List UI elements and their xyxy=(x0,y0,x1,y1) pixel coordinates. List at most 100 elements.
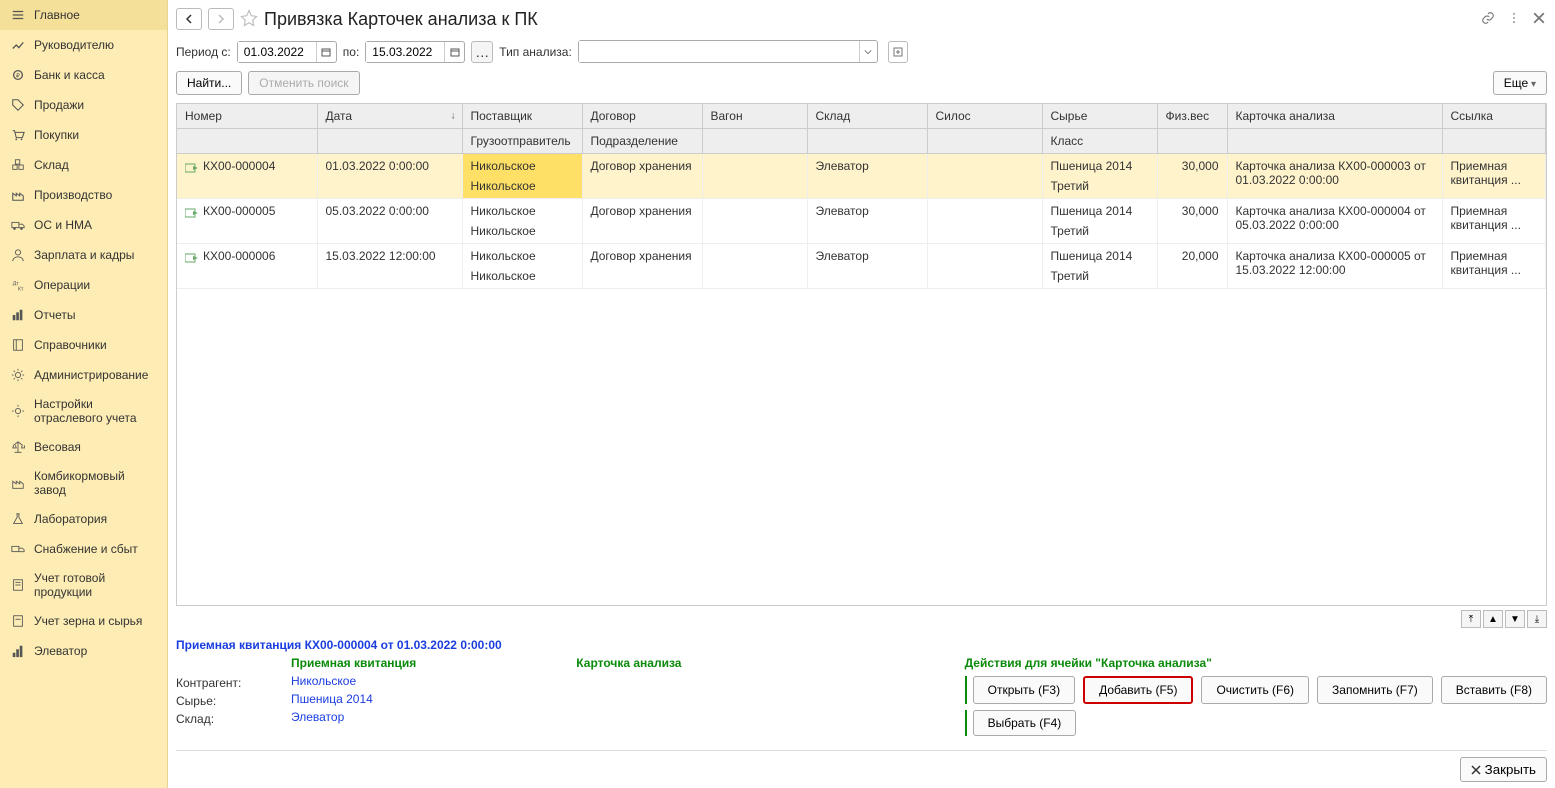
open-button[interactable]: Открыть (F3) xyxy=(973,676,1075,704)
sidebar-item-flask[interactable]: Лаборатория xyxy=(0,504,167,534)
column-header[interactable]: Силос xyxy=(927,104,1042,129)
warehouse-value[interactable]: Элеватор xyxy=(291,710,344,724)
column-subheader[interactable] xyxy=(317,129,462,154)
column-subheader[interactable] xyxy=(177,129,317,154)
date-from-calendar-icon[interactable] xyxy=(316,42,336,62)
period-dots-button[interactable]: … xyxy=(471,41,493,63)
sidebar-item-label: Весовая xyxy=(34,440,81,454)
sidebar-item-cart[interactable]: Покупки xyxy=(0,120,167,150)
table-row[interactable]: КХ00-00000401.03.2022 0:00:00НикольскоеН… xyxy=(177,154,1546,199)
sidebar-item-person[interactable]: Зарплата и кадры xyxy=(0,240,167,270)
sidebar-item-label: Лаборатория xyxy=(34,512,107,526)
column-subheader[interactable]: Грузоотправитель xyxy=(462,129,582,154)
sidebar-item-gear2[interactable]: Настройки отраслевого учета xyxy=(0,390,167,432)
sidebar-item-elevator[interactable]: Элеватор xyxy=(0,636,167,666)
date-to-wrap xyxy=(365,41,465,63)
sidebar-item-boxes[interactable]: Склад xyxy=(0,150,167,180)
sidebar-item-coin[interactable]: ₽Банк и касса xyxy=(0,60,167,90)
column-header[interactable]: Номер xyxy=(177,104,317,129)
sidebar-item-ops[interactable]: ДтКтОперации xyxy=(0,270,167,300)
column-header[interactable]: Вагон xyxy=(702,104,807,129)
date-to-calendar-icon[interactable] xyxy=(444,42,464,62)
svg-text:Кт: Кт xyxy=(18,286,24,292)
column-header[interactable]: Дата↓ xyxy=(317,104,462,129)
column-subheader[interactable] xyxy=(702,129,807,154)
sidebar-item-doc[interactable]: Учет готовой продукции xyxy=(0,564,167,606)
column-subheader[interactable] xyxy=(807,129,927,154)
sidebar-item-book[interactable]: Справочники xyxy=(0,330,167,360)
document-link[interactable]: Приемная квитанция КХ00-000004 от 01.03.… xyxy=(176,638,1547,652)
sidebar-item-scale[interactable]: Весовая xyxy=(0,432,167,462)
type-expand-button[interactable] xyxy=(888,41,908,63)
sidebar-item-doc2[interactable]: Учет зерна и сырья xyxy=(0,606,167,636)
sidebar-item-label: Элеватор xyxy=(34,644,87,658)
nav-back-button[interactable] xyxy=(176,8,202,30)
elevator-icon xyxy=(10,643,26,659)
sidebar-item-truck2[interactable]: Снабжение и сбыт xyxy=(0,534,167,564)
close-button[interactable]: Закрыть xyxy=(1460,757,1547,782)
column-header[interactable]: Ссылка xyxy=(1442,104,1546,129)
column-subheader[interactable] xyxy=(1442,129,1546,154)
column-header[interactable]: Поставщик xyxy=(462,104,582,129)
sidebar-item-tag[interactable]: Продажи xyxy=(0,90,167,120)
pager-up-button[interactable]: ▲ xyxy=(1483,610,1503,628)
sidebar-item-label: Учет готовой продукции xyxy=(34,571,157,599)
column-subheader[interactable]: Класс xyxy=(1042,129,1157,154)
date-to-input[interactable] xyxy=(366,42,444,62)
link-icon[interactable] xyxy=(1479,9,1497,30)
column-header[interactable]: Склад xyxy=(807,104,927,129)
add-button[interactable]: Добавить (F5) xyxy=(1083,676,1193,704)
column-subheader[interactable] xyxy=(1227,129,1442,154)
sidebar-item-factory2[interactable]: Комбикормовый завод xyxy=(0,462,167,504)
column-header[interactable]: Сырье xyxy=(1042,104,1157,129)
date-from-wrap xyxy=(237,41,337,63)
raw-value[interactable]: Пшеница 2014 xyxy=(291,692,373,706)
sidebar-item-label: Настройки отраслевого учета xyxy=(34,397,157,425)
more-button[interactable]: Еще xyxy=(1493,71,1547,95)
favorite-star-icon[interactable] xyxy=(240,9,258,30)
find-button[interactable]: Найти... xyxy=(176,71,242,95)
gear2-icon xyxy=(10,403,26,419)
doc-icon xyxy=(10,577,26,593)
table-row[interactable]: КХ00-00000615.03.2022 12:00:00Никольское… xyxy=(177,244,1546,289)
sidebar-item-label: Руководителю xyxy=(34,38,114,52)
card-header: Карточка анализа xyxy=(576,656,681,672)
column-subheader[interactable]: Подразделение xyxy=(582,129,702,154)
more-vertical-icon[interactable] xyxy=(1505,9,1523,30)
column-header[interactable]: Карточка анализа xyxy=(1227,104,1442,129)
sidebar-item-factory[interactable]: Производство xyxy=(0,180,167,210)
sidebar-item-label: Склад xyxy=(34,158,69,172)
sidebar-item-label: Отчеты xyxy=(34,308,75,322)
contragent-value[interactable]: Никольское xyxy=(291,674,356,688)
remember-button[interactable]: Запомнить (F7) xyxy=(1317,676,1433,704)
column-header[interactable]: Физ.вес xyxy=(1157,104,1227,129)
column-subheader[interactable] xyxy=(1157,129,1227,154)
select-button[interactable]: Выбрать (F4) xyxy=(973,710,1077,736)
close-button-label: Закрыть xyxy=(1485,762,1536,777)
sidebar-item-menu[interactable]: Главное xyxy=(0,0,167,30)
close-icon[interactable] xyxy=(1531,10,1547,29)
type-input[interactable] xyxy=(579,41,859,62)
sidebar-item-truck[interactable]: ОС и НМА xyxy=(0,210,167,240)
type-dropdown-icon[interactable] xyxy=(859,41,877,62)
table-row[interactable]: КХ00-00000505.03.2022 0:00:00НикольскоеН… xyxy=(177,199,1546,244)
pager-down-button[interactable]: ▼ xyxy=(1505,610,1525,628)
period-from-label: Период с: xyxy=(176,45,231,59)
pager-first-button[interactable]: ⤒ xyxy=(1461,610,1481,628)
column-subheader[interactable] xyxy=(927,129,1042,154)
sidebar-item-trend[interactable]: Руководителю xyxy=(0,30,167,60)
document-row-icon xyxy=(185,162,199,172)
sidebar-item-chart[interactable]: Отчеты xyxy=(0,300,167,330)
nav-forward-button[interactable] xyxy=(208,8,234,30)
tag-icon xyxy=(10,97,26,113)
date-from-input[interactable] xyxy=(238,42,316,62)
clear-button[interactable]: Очистить (F6) xyxy=(1201,676,1309,704)
document-row-icon xyxy=(185,207,199,217)
main-area: Привязка Карточек анализа к ПК Период с:… xyxy=(168,0,1555,788)
pager-last-button[interactable]: ⤓ xyxy=(1527,610,1547,628)
truck-icon xyxy=(10,217,26,233)
sidebar-item-gear[interactable]: Администрирование xyxy=(0,360,167,390)
paste-button[interactable]: Вставить (F8) xyxy=(1441,676,1547,704)
column-header[interactable]: Договор xyxy=(582,104,702,129)
sidebar-item-label: Покупки xyxy=(34,128,79,142)
